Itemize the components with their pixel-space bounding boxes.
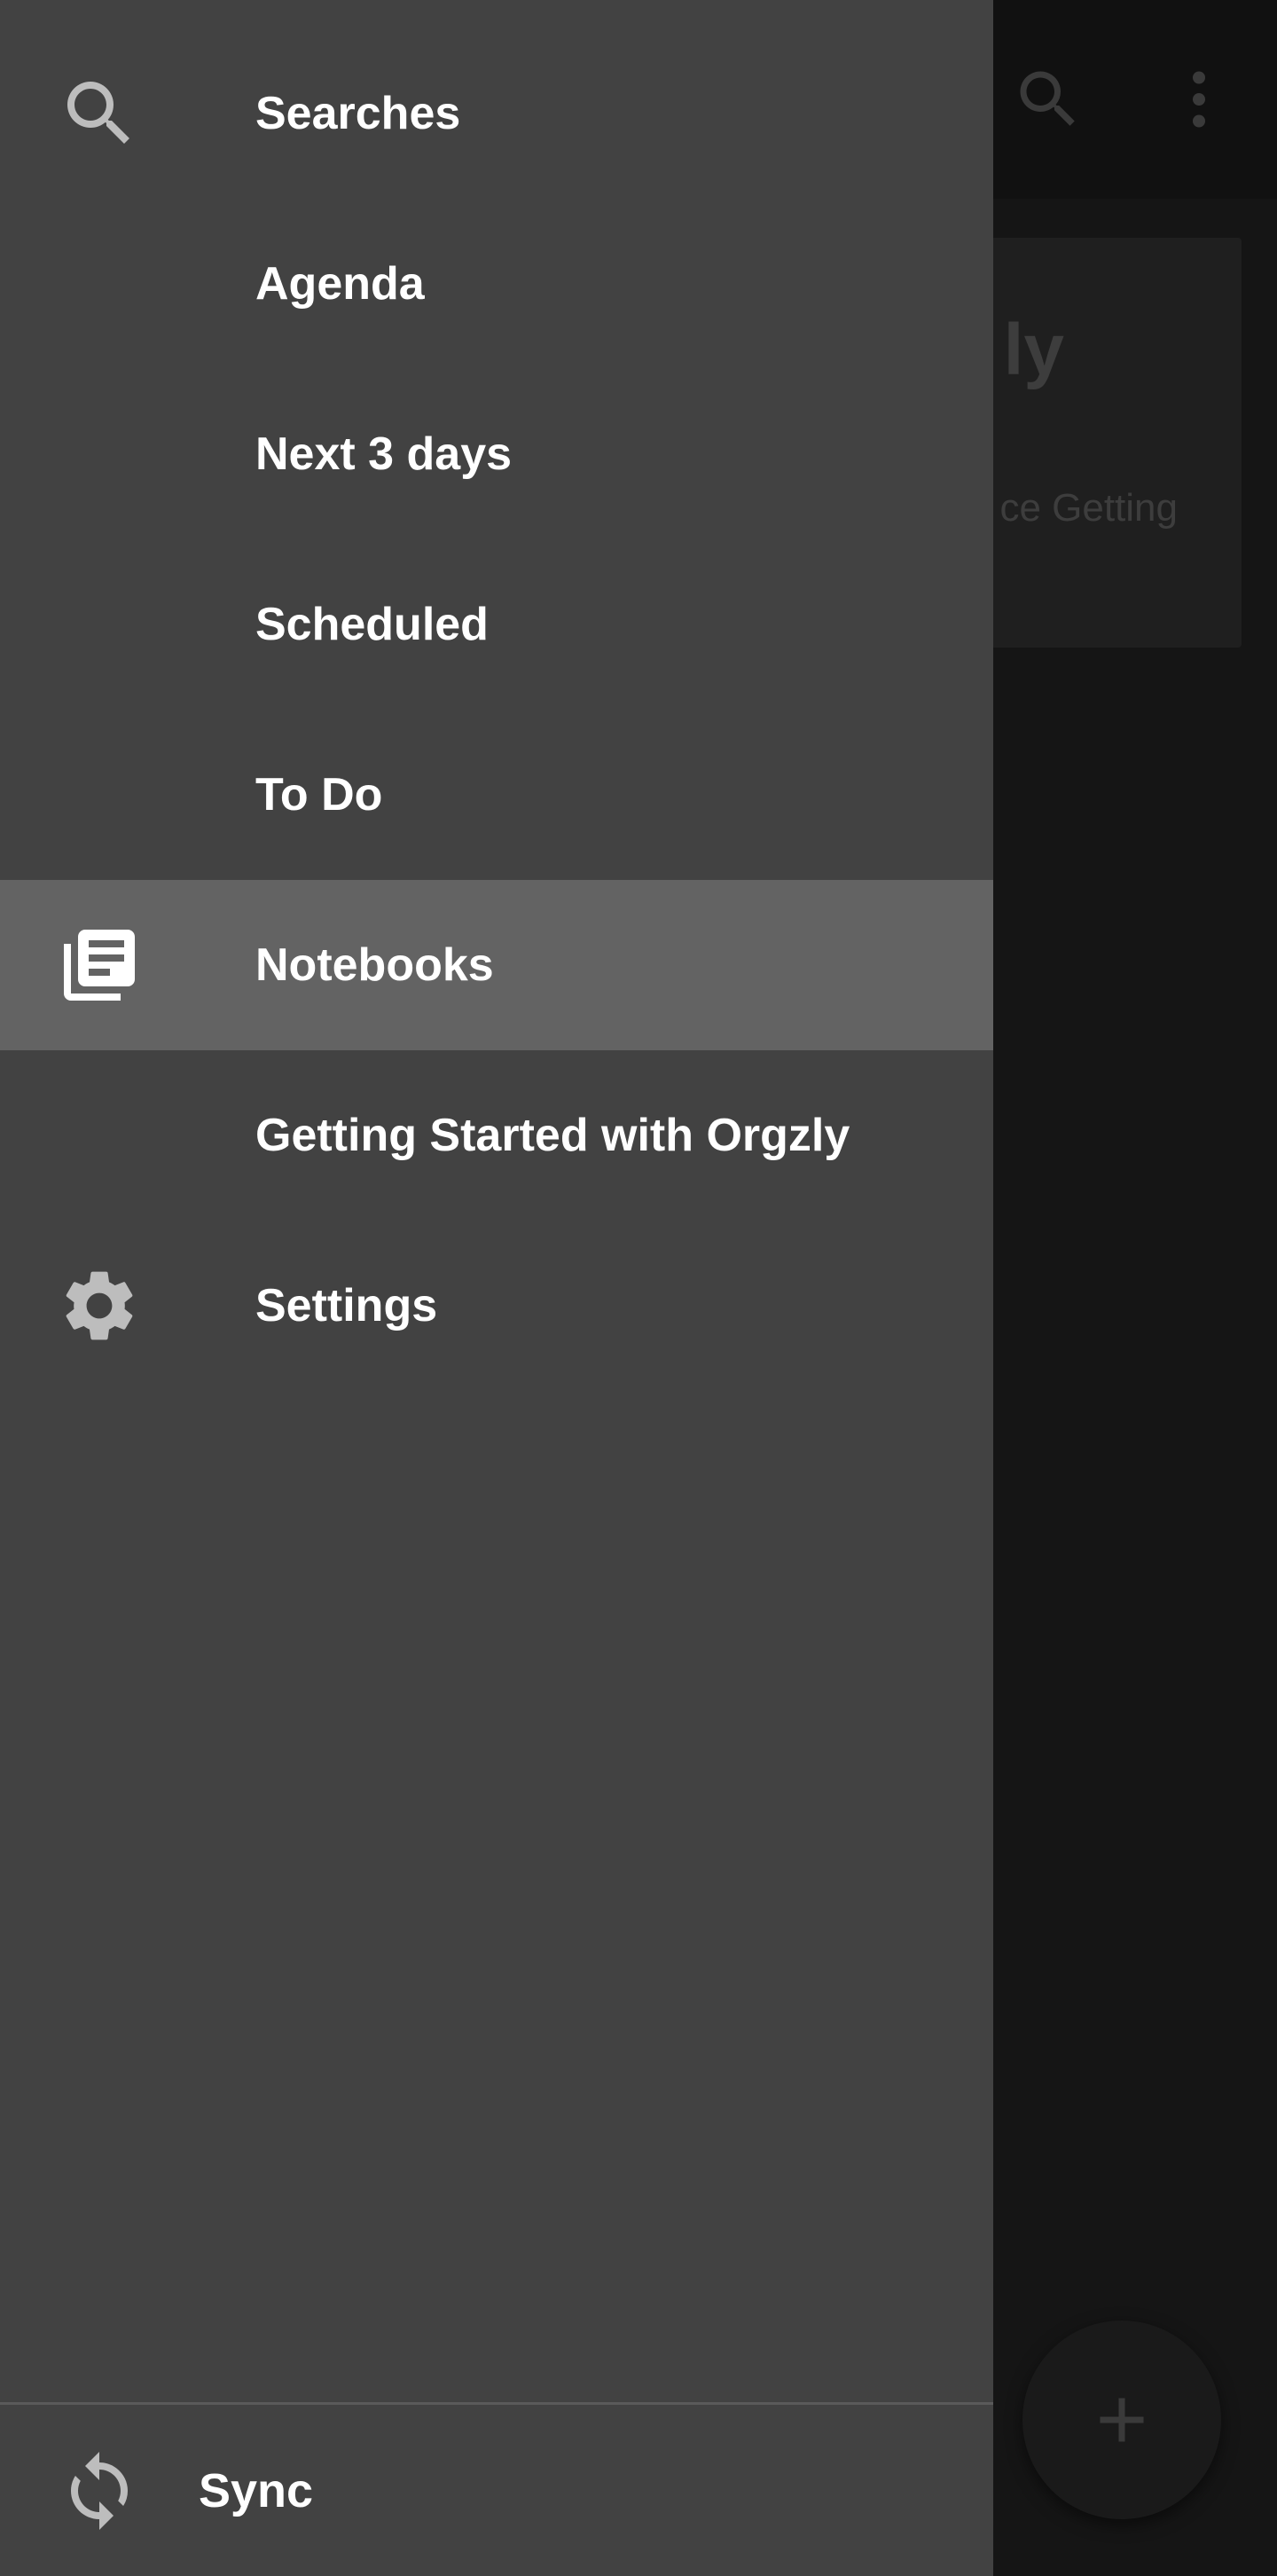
drawer-item-scheduled[interactable]: Scheduled (0, 539, 993, 710)
drawer-item-label: Scheduled (255, 599, 489, 650)
drawer-item-getting-started-notebook[interactable]: Getting Started with Orgzly (0, 1050, 993, 1221)
drawer-item-agenda[interactable]: Agenda (0, 199, 993, 369)
sync-label: Sync (199, 2463, 314, 2517)
sync-button[interactable]: Sync (0, 2405, 993, 2576)
sync-icon (57, 2448, 142, 2533)
drawer-item-label: Searches (255, 88, 461, 139)
drawer-item-to-do[interactable]: To Do (0, 710, 993, 880)
drawer-item-settings[interactable]: Settings (0, 1221, 993, 1391)
drawer-item-label: To Do (255, 769, 383, 821)
drawer-item-searches[interactable]: Searches (0, 28, 993, 199)
navigation-drawer: Searches Agenda Next 3 days Scheduled To… (0, 0, 993, 2576)
plus-icon (1100, 2398, 1144, 2442)
notebooks-icon (57, 923, 142, 1008)
search-icon[interactable] (1011, 62, 1085, 137)
app-root: ly ce Getting Searches Agenda Next 3 day… (0, 0, 1277, 2576)
drawer-item-label: Agenda (255, 258, 425, 310)
drawer-item-label: Next 3 days (255, 428, 513, 480)
drawer-item-notebooks[interactable]: Notebooks (0, 880, 993, 1050)
drawer-item-label: Notebooks (255, 939, 494, 991)
add-fab-button[interactable] (1022, 2321, 1221, 2519)
drawer-item-next-3-days[interactable]: Next 3 days (0, 369, 993, 539)
search-icon (57, 71, 142, 156)
drawer-item-label: Getting Started with Orgzly (255, 1110, 850, 1161)
drawer-item-label: Settings (255, 1280, 438, 1331)
gear-icon (57, 1263, 142, 1348)
more-options-icon[interactable] (1162, 62, 1236, 137)
